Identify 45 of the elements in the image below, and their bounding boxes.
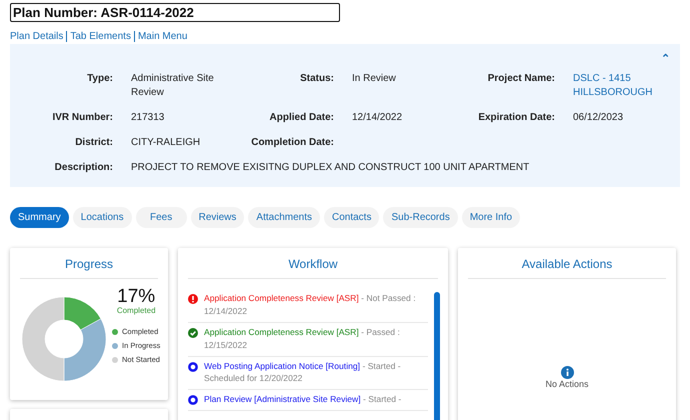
workflow-entry: Application Completeness Review [ASR] - Not Passed : 12/14/2022 (204, 292, 417, 318)
empty-message: No Actions (545, 379, 589, 389)
field-label: Applied Date: (268, 111, 334, 125)
card-title: Available Actions (520, 256, 614, 273)
field-label: Project Name: (486, 72, 555, 86)
field-value: In Review (352, 72, 397, 86)
alert-icon (188, 294, 198, 304)
field-label: IVR Number: (51, 111, 113, 125)
field-label: Type: (86, 72, 113, 86)
tab[interactable]: Fees (136, 207, 187, 228)
workflow-entry: Web Posting Application Notice [Routing] - Started - Scheduled for 12/20/2022 (204, 360, 402, 386)
card-title: Progress (64, 256, 114, 273)
field-value: PROJECT TO REMOVE EXISITNG DUPLEX AND CONSTRUCT 100 UNIT APARTMENT (131, 161, 530, 175)
field-value: CITY-RALEIGH (131, 136, 202, 150)
tab[interactable]: Attachments (248, 207, 320, 228)
nav-link[interactable]: Main Menu (134, 31, 190, 42)
tab[interactable]: Summary (10, 207, 69, 228)
info-icon (560, 366, 574, 379)
card-title: Workflow (287, 256, 339, 273)
field-value: 06/12/2023 (573, 111, 624, 125)
project-link[interactable]: DSLC - 1415 HILLSBOROUGH (573, 72, 663, 100)
plan-title: Plan Number: ASR-0114-2022 (10, 3, 340, 22)
field-label: Expiration Date: (477, 111, 555, 125)
tab[interactable]: Sub-Records (383, 207, 458, 228)
nav-link[interactable]: Tab Elements (67, 31, 134, 42)
tab[interactable]: Reviews (190, 207, 244, 228)
field-label: District: (74, 136, 113, 150)
field-value: Administrative Site Review (131, 72, 215, 100)
tab[interactable]: Contacts (324, 207, 380, 228)
field-label: Completion Date: (250, 136, 334, 150)
workflow-entry: Application Completeness Review [ASR] - Passed : 12/15/2022 (204, 326, 401, 352)
percent-caption: Completed (116, 306, 156, 315)
ring-icon (188, 362, 198, 372)
check-icon (188, 328, 198, 338)
nav-link[interactable]: Plan Details (10, 31, 66, 42)
collapse-icon[interactable]: ⌃ (661, 52, 670, 65)
ring-icon (188, 395, 198, 406)
percent-value: 17% (117, 287, 156, 306)
tab[interactable]: More Info (462, 207, 520, 228)
field-label: Status: (299, 72, 334, 86)
workflow-entry: Plan Review [Administrative Site Review] - Started - (204, 393, 402, 406)
field-label: Description: (54, 161, 113, 175)
field-value: 12/14/2022 (352, 111, 404, 125)
tab[interactable]: Locations (72, 207, 132, 228)
field-value: 217313 (131, 111, 166, 125)
